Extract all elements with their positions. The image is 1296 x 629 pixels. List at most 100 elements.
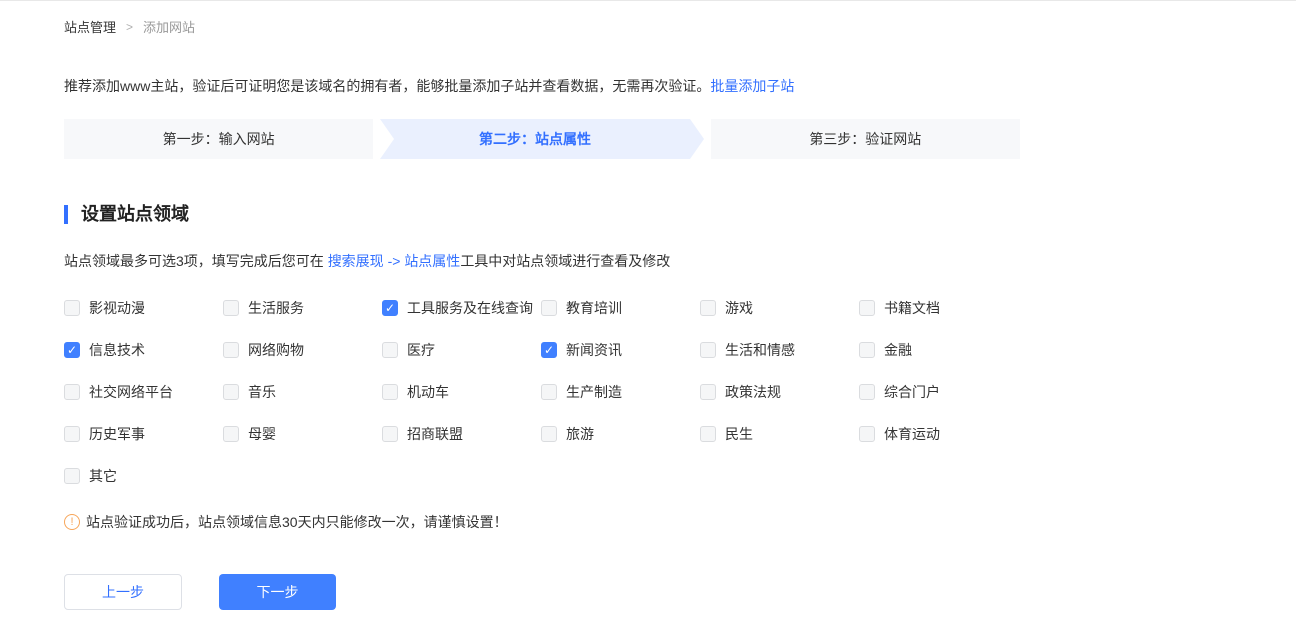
category-label: 母婴 — [248, 424, 276, 444]
category-option[interactable]: 医疗 — [382, 340, 541, 360]
category-label: 书籍文档 — [884, 298, 940, 318]
category-label: 金融 — [884, 340, 912, 360]
category-grid: 影视动漫 生活服务 ✓工具服务及在线查询 教育培训 游戏 书籍文档 ✓信息技术 网络购物 医疗 ✓… — [64, 298, 1020, 486]
category-option[interactable]: 教育培训 — [541, 298, 700, 318]
checkbox-unchecked-icon[interactable] — [859, 426, 875, 442]
checkbox-unchecked-icon[interactable] — [64, 300, 80, 316]
breadcrumb-site-management[interactable]: 站点管理 — [64, 17, 116, 36]
category-label: 生活和情感 — [725, 340, 795, 360]
section-description: 站点领域最多可选3项，填写完成后您可在 搜索展现 -> 站点属性工具中对站点领域… — [64, 251, 1020, 271]
category-option[interactable]: 其它 — [64, 466, 223, 486]
checkbox-unchecked-icon[interactable] — [541, 426, 557, 442]
checkbox-unchecked-icon[interactable] — [382, 384, 398, 400]
category-option[interactable]: 政策法规 — [700, 382, 859, 402]
category-option[interactable]: 音乐 — [223, 382, 382, 402]
category-option[interactable]: 母婴 — [223, 424, 382, 444]
checkbox-unchecked-icon[interactable] — [64, 384, 80, 400]
site-properties-link[interactable]: 站点属性 — [404, 253, 460, 269]
category-label: 医疗 — [407, 340, 435, 360]
checkbox-unchecked-icon[interactable] — [64, 468, 80, 484]
category-option[interactable]: 社交网络平台 — [64, 382, 223, 402]
category-label: 教育培训 — [566, 298, 622, 318]
checkbox-unchecked-icon[interactable] — [64, 426, 80, 442]
step-2-label: 第二步：站点属性 — [479, 129, 591, 149]
add-site-page: 站点管理 > 添加网站 推荐添加www主站，验证后可证明您是该域名的拥有者，能够… — [0, 0, 1296, 629]
category-option[interactable]: ✓信息技术 — [64, 340, 223, 360]
category-option[interactable]: 游戏 — [700, 298, 859, 318]
category-option[interactable]: 招商联盟 — [382, 424, 541, 444]
category-option[interactable]: 网络购物 — [223, 340, 382, 360]
checkbox-unchecked-icon[interactable] — [223, 342, 239, 358]
checkbox-unchecked-icon[interactable] — [223, 384, 239, 400]
next-step-button[interactable]: 下一步 — [219, 574, 336, 610]
step-2-site-properties: 第二步：站点属性 — [380, 119, 689, 159]
checkbox-unchecked-icon[interactable] — [700, 300, 716, 316]
category-label: 其它 — [89, 466, 117, 486]
checkbox-checked-icon[interactable]: ✓ — [541, 342, 557, 358]
category-option[interactable]: 机动车 — [382, 382, 541, 402]
category-label: 生活服务 — [248, 298, 304, 318]
warning-message: 站点验证成功后，站点领域信息30天内只能修改一次，请谨慎设置！ — [64, 512, 1020, 532]
category-label: 新闻资讯 — [566, 340, 622, 360]
checkbox-unchecked-icon[interactable] — [382, 342, 398, 358]
category-option[interactable]: 影视动漫 — [64, 298, 223, 318]
category-label: 旅游 — [566, 424, 594, 444]
category-option[interactable]: 体育运动 — [859, 424, 1018, 444]
category-label: 影视动漫 — [89, 298, 145, 318]
checkbox-unchecked-icon[interactable] — [859, 384, 875, 400]
warning-text: 站点验证成功后，站点领域信息30天内只能修改一次，请谨慎设置！ — [86, 512, 508, 532]
section-accent-bar — [64, 205, 68, 224]
step-1-enter-site: 第一步：输入网站 — [64, 119, 373, 159]
category-label: 音乐 — [248, 382, 276, 402]
search-display-link[interactable]: 搜索展现 — [328, 253, 384, 269]
desc-after: 工具中对站点领域进行查看及修改 — [460, 253, 670, 269]
category-option[interactable]: ✓ 新闻资讯 — [541, 340, 700, 360]
category-option[interactable]: 历史军事 — [64, 424, 223, 444]
page-title: 设置站点领域 — [81, 203, 189, 225]
category-label: 政策法规 — [725, 382, 781, 402]
step-3-verify-site: 第三步：验证网站 — [711, 119, 1020, 159]
category-label: 网络购物 — [248, 340, 304, 360]
category-label: 综合门户 — [884, 382, 940, 402]
category-option[interactable]: 书籍文档 — [859, 298, 1018, 318]
action-buttons: 上一步 下一步 — [64, 574, 1020, 610]
intro-text: 推荐添加www主站，验证后可证明您是该域名的拥有者，能够批量添加子站并查看数据，… — [64, 76, 1020, 96]
checkbox-unchecked-icon[interactable] — [859, 300, 875, 316]
step-indicator: 第一步：输入网站 第二步：站点属性 第三步：验证网站 — [64, 119, 1020, 159]
checkbox-unchecked-icon[interactable] — [223, 426, 239, 442]
category-option[interactable]: 金融 — [859, 340, 1018, 360]
arrow-text: -> — [384, 253, 405, 269]
category-label: 社交网络平台 — [89, 382, 173, 402]
warning-icon — [64, 514, 80, 530]
checkbox-unchecked-icon[interactable] — [541, 384, 557, 400]
category-label: 游戏 — [725, 298, 753, 318]
checkbox-unchecked-icon[interactable] — [541, 300, 557, 316]
checkbox-unchecked-icon[interactable] — [700, 426, 716, 442]
breadcrumb: 站点管理 > 添加网站 — [64, 1, 1020, 36]
checkbox-unchecked-icon[interactable] — [859, 342, 875, 358]
checkbox-unchecked-icon[interactable] — [700, 384, 716, 400]
category-option[interactable]: 旅游 — [541, 424, 700, 444]
category-option[interactable]: ✓工具服务及在线查询 — [382, 298, 541, 318]
category-label: 民生 — [725, 424, 753, 444]
batch-add-subsite-link[interactable]: 批量添加子站 — [710, 78, 794, 94]
breadcrumb-add-site: 添加网站 — [143, 17, 195, 36]
checkbox-unchecked-icon[interactable] — [700, 342, 716, 358]
category-label: 体育运动 — [884, 424, 940, 444]
category-option[interactable]: 民生 — [700, 424, 859, 444]
checkbox-checked-icon[interactable]: ✓ — [382, 300, 398, 316]
step-3-label: 第三步：验证网站 — [809, 129, 921, 149]
step-1-label: 第一步：输入网站 — [163, 129, 275, 149]
breadcrumb-separator-icon: > — [126, 20, 133, 34]
checkbox-unchecked-icon[interactable] — [382, 426, 398, 442]
category-label: 机动车 — [407, 382, 449, 402]
category-option[interactable]: 综合门户 — [859, 382, 1018, 402]
category-option[interactable]: 生活和情感 — [700, 340, 859, 360]
category-option[interactable]: 生活服务 — [223, 298, 382, 318]
category-label: 生产制造 — [566, 382, 622, 402]
category-option[interactable]: 生产制造 — [541, 382, 700, 402]
checkbox-checked-icon[interactable]: ✓ — [64, 342, 80, 358]
previous-step-button[interactable]: 上一步 — [64, 574, 182, 610]
section-header: 设置站点领域 — [64, 203, 1020, 225]
checkbox-unchecked-icon[interactable] — [223, 300, 239, 316]
